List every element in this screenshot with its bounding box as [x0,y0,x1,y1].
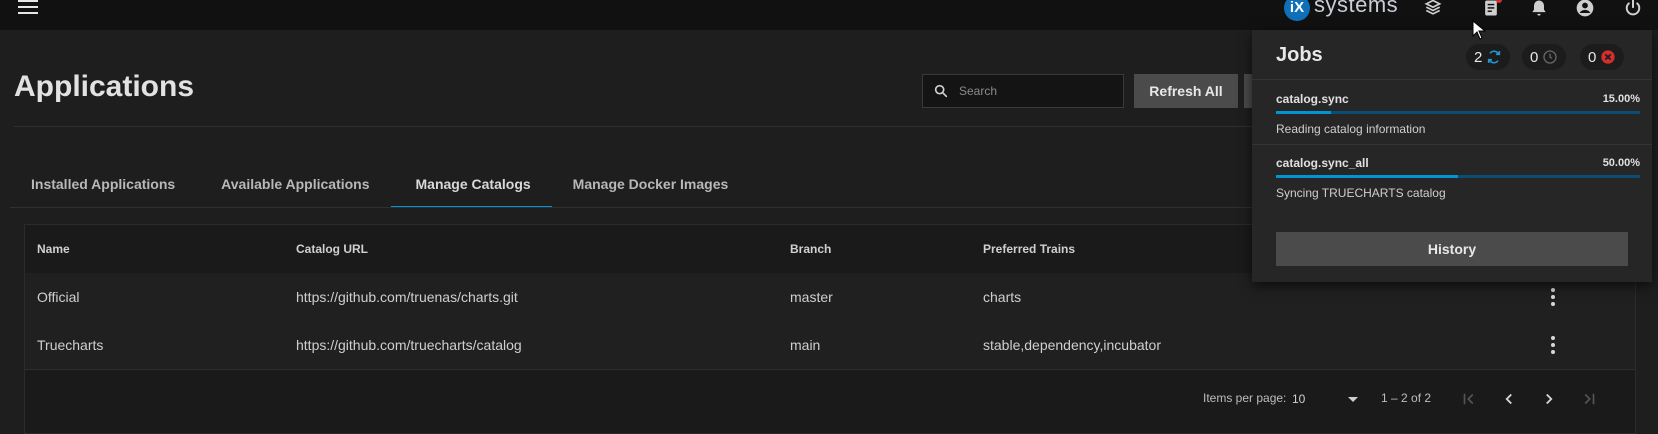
cell-preferred-trains: stable,dependency,incubator [983,337,1161,353]
row-actions-menu-icon[interactable] [1543,285,1563,309]
page-size-select[interactable]: 10 [1292,387,1364,411]
cell-name: Truecharts [37,337,104,353]
tab-manage-catalogs[interactable]: Manage Catalogs [390,160,552,208]
last-page-icon[interactable] [1577,387,1601,411]
power-icon[interactable] [1621,0,1645,20]
failed-count: 0 [1588,48,1597,66]
mouse-cursor-icon [1472,20,1486,40]
search-icon [934,84,948,98]
column-header-name[interactable]: Name [37,242,70,256]
task-badge [1496,0,1502,3]
brand-text: systems [1314,0,1399,17]
row-actions-menu-icon[interactable] [1543,333,1563,357]
top-toolbar: iX systems [0,0,1658,30]
ix-logo-icon: iX [1284,0,1310,21]
account-icon[interactable] [1573,0,1597,20]
history-button[interactable]: History [1276,232,1628,266]
cell-catalog-url: https://github.com/truenas/charts.git [296,289,518,305]
brand-logo[interactable]: iX systems [1284,0,1399,21]
jobs-divider [1252,79,1652,80]
page-size-value: 10 [1292,392,1306,406]
job-percent: 50.00% [1602,157,1640,169]
search-input[interactable] [957,83,1121,99]
jobs-divider [1252,144,1652,145]
clock-icon [1543,50,1558,64]
menu-icon[interactable] [18,0,38,14]
paginator: Items per page: 10 1 – 2 of 2 [25,375,1635,425]
cell-branch: main [790,337,821,353]
first-page-icon[interactable] [1457,387,1481,411]
column-header-preferred-trains[interactable]: Preferred Trains [983,242,1075,256]
job-progress-fill [1276,111,1331,114]
job-percent: 15.00% [1602,93,1640,105]
failed-jobs-counter[interactable]: 0 [1580,44,1625,70]
tab-bar: Installed Applications Available Applica… [10,160,749,208]
cell-branch: master [790,289,833,305]
next-page-icon[interactable] [1537,387,1561,411]
cell-preferred-trains: charts [983,289,1022,305]
refresh-all-button[interactable]: Refresh All [1134,74,1238,108]
job-progress-bar [1276,175,1640,178]
tab-installed-applications[interactable]: Installed Applications [10,160,196,208]
page-range-label: 1 – 2 of 2 [1381,391,1432,405]
cell-catalog-url: https://github.com/truecharts/catalog [296,337,522,353]
running-jobs-counter[interactable]: 2 [1466,44,1511,70]
column-header-catalog-url[interactable]: Catalog URL [296,242,368,256]
jobs-title: Jobs [1276,44,1323,66]
cell-name: Official [37,289,80,305]
truecommand-icon[interactable] [1421,0,1445,20]
job-progress-fill [1276,175,1458,178]
task-manager-icon[interactable] [1479,0,1503,20]
job-name: catalog.sync_all [1276,156,1369,170]
job-name: catalog.sync [1276,92,1349,106]
error-icon [1601,50,1616,64]
tab-available-applications[interactable]: Available Applications [196,160,390,208]
waiting-count: 0 [1530,48,1539,66]
column-header-branch[interactable]: Branch [790,242,831,256]
job-description: Syncing TRUECHARTS catalog [1276,186,1446,200]
job-description: Reading catalog information [1276,122,1426,136]
running-count: 2 [1474,48,1483,66]
sync-icon [1488,50,1501,64]
tab-manage-docker-images[interactable]: Manage Docker Images [552,160,750,208]
table-row[interactable]: Truecharts https://github.com/truecharts… [25,321,1635,370]
notifications-icon[interactable] [1527,0,1551,20]
search-field[interactable] [922,74,1124,108]
chevron-down-icon [1348,396,1358,402]
items-per-page-label: Items per page: [1203,391,1287,405]
page-title: Applications [14,70,195,103]
job-progress-bar [1276,111,1640,114]
previous-page-icon[interactable] [1497,387,1521,411]
waiting-jobs-counter[interactable]: 0 [1522,44,1567,70]
jobs-panel: Jobs 2 0 0 catalog.sync 15.00% Reading c… [1252,30,1652,282]
